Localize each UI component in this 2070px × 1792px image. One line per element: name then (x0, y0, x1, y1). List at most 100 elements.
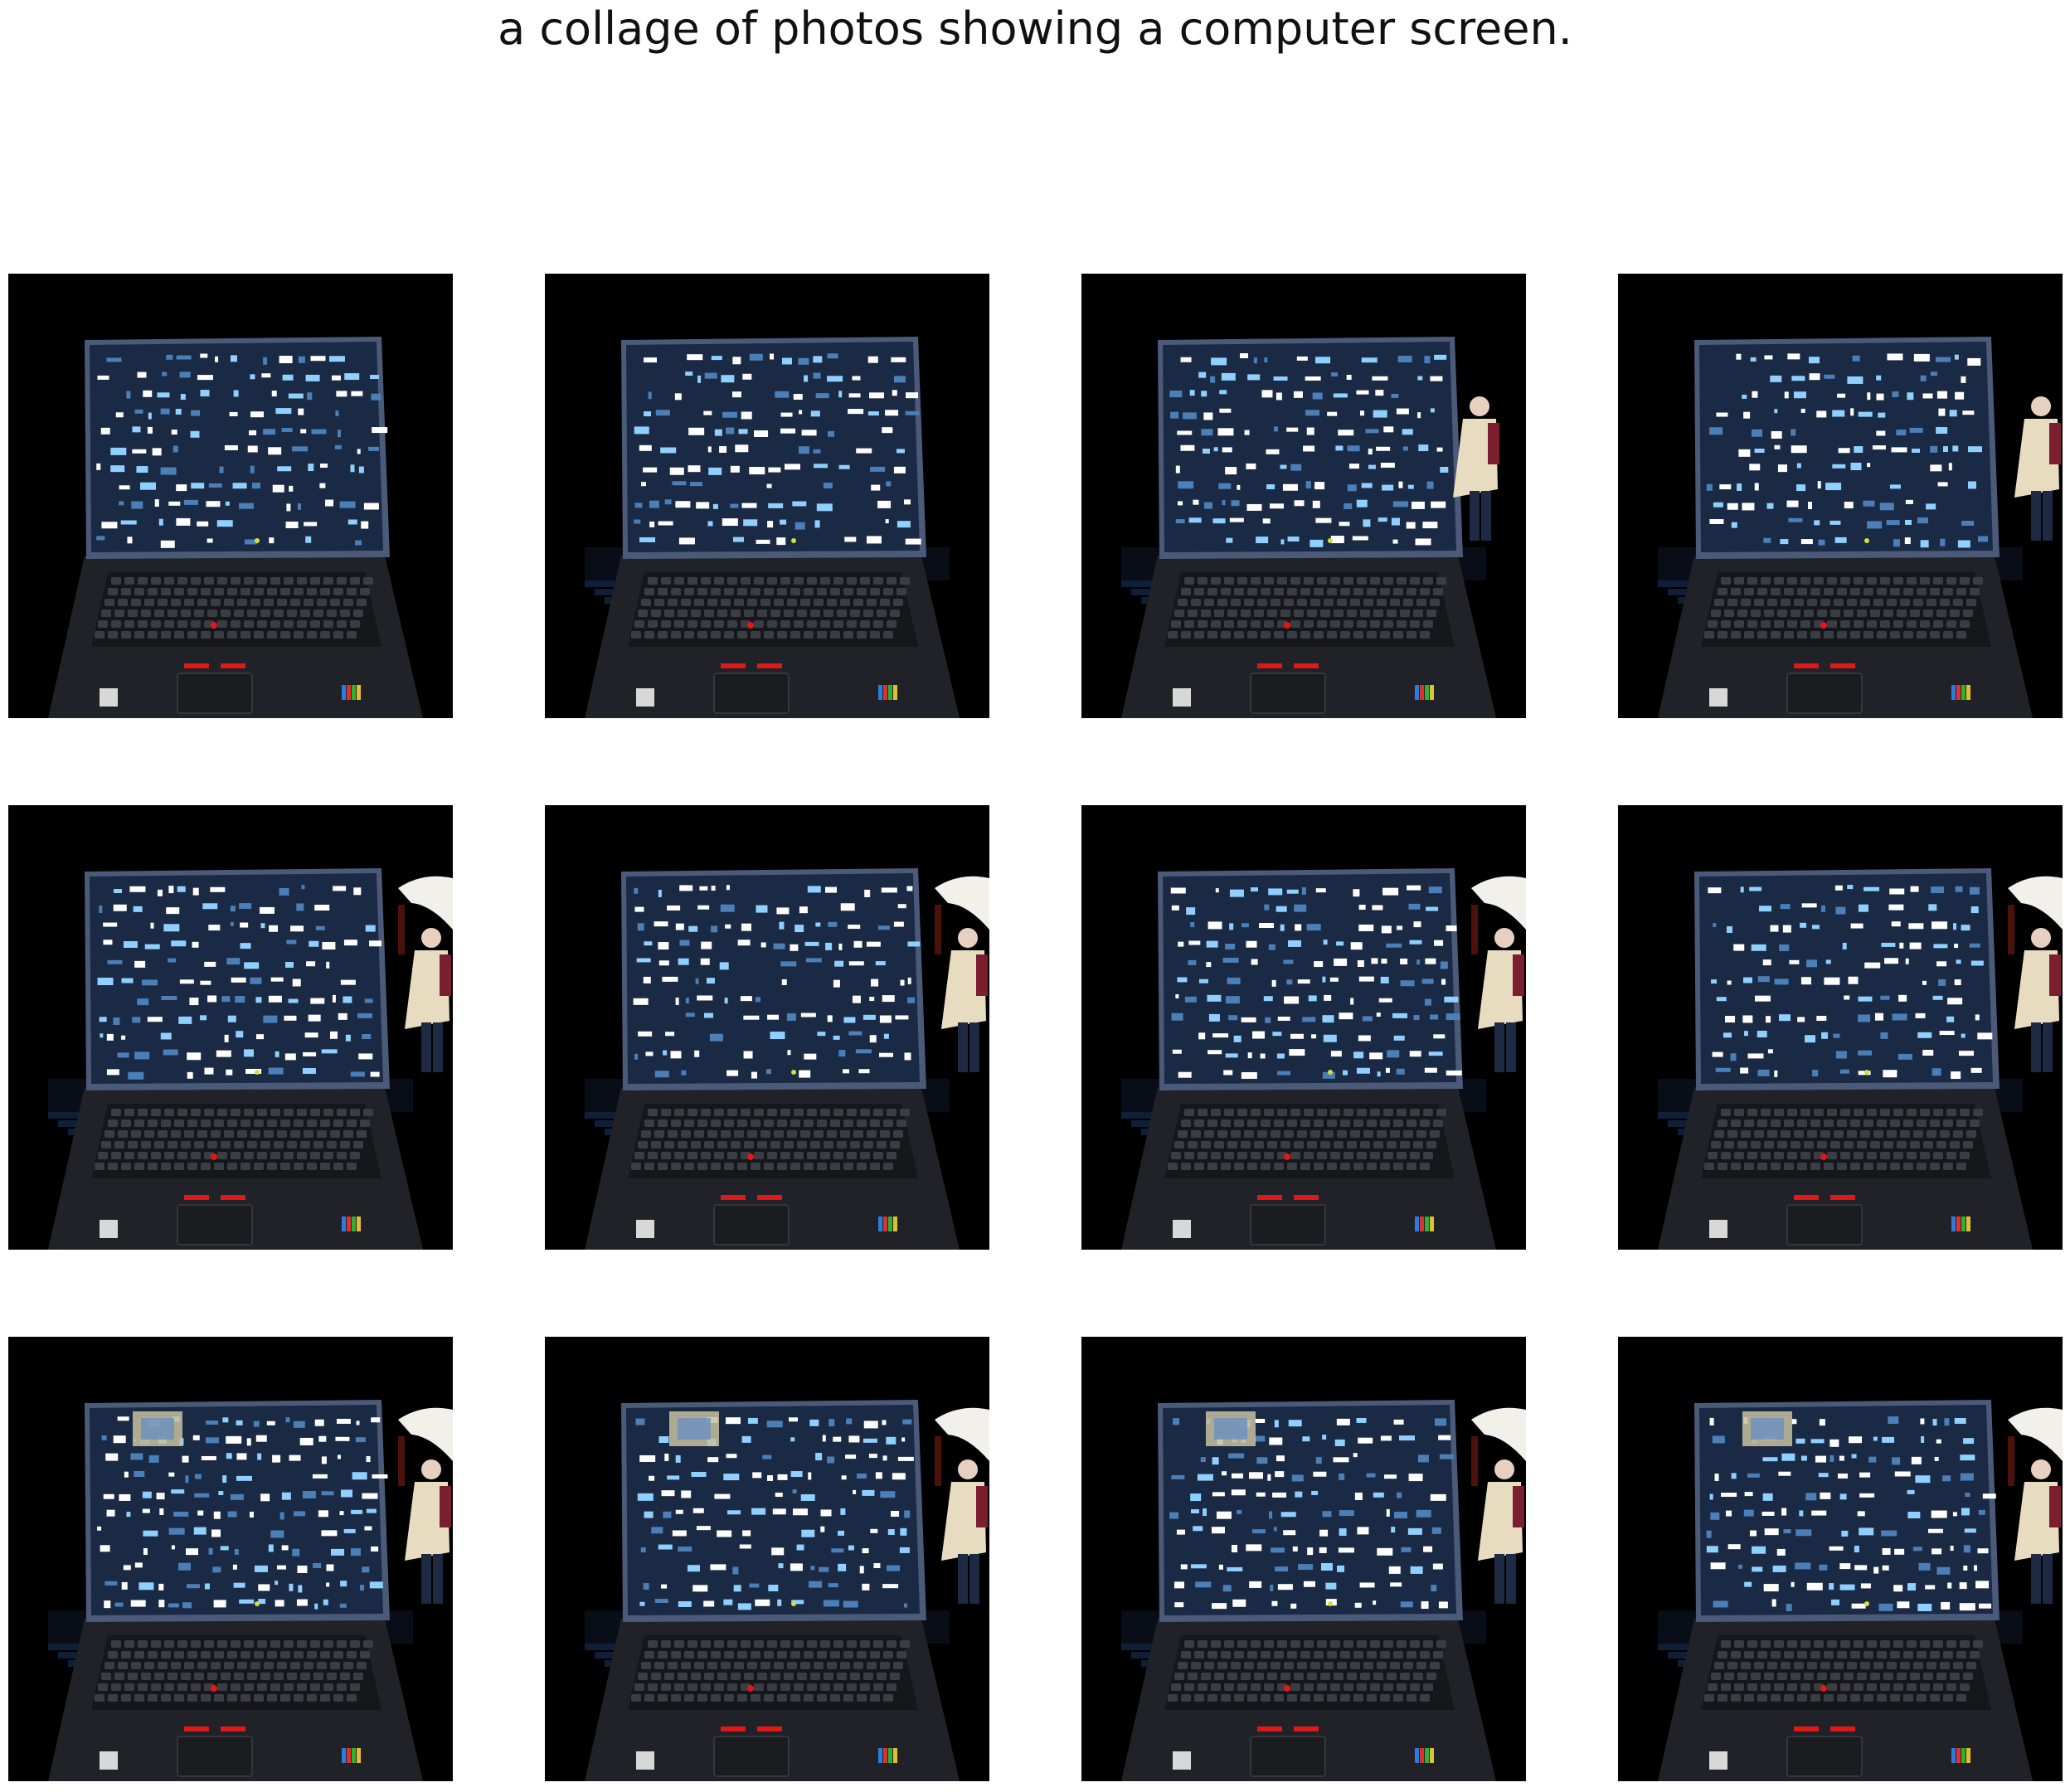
status-led (791, 538, 796, 543)
status-led (255, 1601, 260, 1606)
collage-photo (1618, 274, 2063, 718)
trackpad (1786, 1736, 1863, 1777)
trackpad (1786, 673, 1863, 714)
sticker (1173, 688, 1191, 707)
collage-photo (1618, 805, 2063, 1250)
trackpad-button-right (1830, 663, 1855, 668)
status-led (791, 1070, 796, 1075)
status-led (1864, 538, 1869, 543)
trackpad-button-left (184, 663, 209, 668)
laptop-photo (8, 1337, 453, 1781)
trackpad-button-left (1794, 1195, 1819, 1200)
trackpoint (211, 1685, 217, 1692)
trackpad (1786, 1204, 1863, 1246)
collage-photo (545, 274, 989, 718)
status-led (1864, 1070, 1869, 1075)
laptop-photo (545, 274, 989, 718)
trackpad-button-left (184, 1195, 209, 1200)
status-led (255, 538, 260, 543)
status-led (1328, 538, 1333, 543)
trackpoint (747, 622, 754, 629)
sticker (636, 1751, 654, 1770)
sticker (1173, 1220, 1191, 1238)
keyboard (628, 572, 918, 647)
screen (626, 342, 920, 552)
laptop-photo (1081, 1337, 1526, 1781)
keyboard (1164, 1104, 1455, 1178)
trackpad-button-right (1294, 1195, 1319, 1200)
screen-sticker (133, 1411, 182, 1446)
screen (1699, 342, 1993, 552)
keyboard (1701, 572, 1991, 647)
keyboard (628, 1104, 918, 1178)
keyboard (628, 1635, 918, 1710)
trackpad-button-left (1257, 1726, 1282, 1731)
keyboard (1164, 1635, 1455, 1710)
trackpad (713, 673, 790, 714)
trackpad (1250, 673, 1326, 714)
status-led (1864, 1601, 1869, 1606)
collage-photo (1081, 1337, 1526, 1781)
collage-photo (1081, 805, 1526, 1250)
collage-photo (1081, 274, 1526, 718)
screen-sticker (669, 1411, 719, 1446)
collage-photo (545, 1337, 989, 1781)
collage-photo (8, 805, 453, 1250)
trackpoint (747, 1153, 754, 1160)
laptop-photo (8, 805, 453, 1250)
trackpad (177, 673, 253, 714)
trackpoint (1820, 1685, 1827, 1692)
trackpad-button-right (1830, 1726, 1855, 1731)
trackpad-button-left (1257, 1195, 1282, 1200)
trackpad-button-right (1294, 1726, 1319, 1731)
keyboard (91, 572, 381, 647)
screen-sticker (1742, 1411, 1792, 1446)
sticker (1709, 688, 1727, 707)
sticker (100, 1220, 118, 1238)
sticker (1173, 1751, 1191, 1770)
collage-photo (1618, 1337, 2063, 1781)
trackpad (713, 1204, 790, 1246)
trackpad (1250, 1736, 1326, 1777)
trackpoint (1284, 622, 1290, 629)
collage-photo (8, 1337, 453, 1781)
trackpad-button-right (1294, 663, 1319, 668)
screen-sticker (1206, 1411, 1256, 1446)
trackpad (177, 1204, 253, 1246)
laptop-photo (8, 274, 453, 718)
trackpad-button-right (1830, 1195, 1855, 1200)
trackpad (1250, 1204, 1326, 1246)
trackpad-button-left (721, 663, 746, 668)
trackpad (177, 1736, 253, 1777)
sticker (1709, 1220, 1727, 1238)
trackpad-button-right (757, 1726, 782, 1731)
keyboard (1164, 572, 1455, 647)
keyboard (1701, 1104, 1991, 1178)
status-led (791, 1601, 796, 1606)
keyboard (91, 1104, 381, 1178)
keyboard (1701, 1635, 1991, 1710)
sticker (1709, 1751, 1727, 1770)
trackpad-button-left (1257, 663, 1282, 668)
trackpad-button-left (721, 1195, 746, 1200)
trackpad-button-right (757, 1195, 782, 1200)
status-led (255, 1070, 260, 1075)
collage-caption: a collage of photos showing a computer s… (498, 2, 1572, 55)
trackpad-button-right (757, 663, 782, 668)
trackpoint (211, 622, 217, 629)
trackpad-button-right (221, 1195, 245, 1200)
trackpoint (1820, 1153, 1827, 1160)
trackpoint (1284, 1153, 1290, 1160)
trackpad-button-left (721, 1726, 746, 1731)
collage-photo (545, 805, 989, 1250)
keyboard (91, 1635, 381, 1710)
sticker (100, 688, 118, 707)
laptop-photo (1618, 805, 2063, 1250)
collage-photo (8, 274, 453, 718)
trackpad-button-right (221, 1726, 245, 1731)
sticker (636, 1220, 654, 1238)
laptop-photo (545, 805, 989, 1250)
laptop-photo (1081, 274, 1526, 718)
trackpoint (1284, 1685, 1290, 1692)
trackpad-button-left (1794, 663, 1819, 668)
